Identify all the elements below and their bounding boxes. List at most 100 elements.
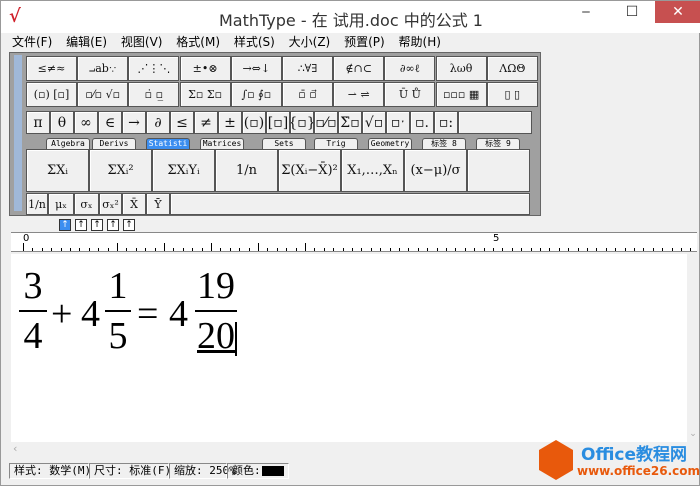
template-button[interactable]: (x−μ)/σ: [404, 149, 467, 192]
ruler-tick: [51, 248, 53, 251]
tab-geometry[interactable]: Geometry: [368, 138, 412, 149]
tab-derivs[interactable]: Derivs: [92, 138, 136, 149]
ruler-tick: [540, 248, 541, 251]
ruler-tick: [662, 248, 664, 251]
template-slot-empty[interactable]: [170, 193, 530, 215]
symbol-button[interactable]: ∂: [146, 111, 170, 134]
symbol-button[interactable]: ≤: [170, 111, 194, 134]
symbol-button[interactable]: (▫): [242, 111, 266, 134]
tab-algebra[interactable]: Algebra: [46, 138, 90, 149]
palette-button[interactable]: ▫̄ ▫⃗: [282, 82, 333, 107]
nudge-button[interactable]: ↑: [59, 219, 71, 231]
ruler-tick: [23, 243, 24, 251]
status-zoom: 缩放: 250%: [169, 463, 236, 479]
maximize-button[interactable]: ☐: [609, 1, 655, 23]
symbol-button[interactable]: π: [26, 111, 50, 134]
template-button[interactable]: ΣXᵢ²: [89, 149, 152, 192]
tab-sets[interactable]: Sets: [262, 138, 306, 149]
ruler-tick: [511, 248, 513, 251]
symbol-button[interactable]: ∞: [74, 111, 98, 134]
tab-statisti[interactable]: Statisti: [146, 138, 190, 149]
palette-button[interactable]: ΛΩΘ: [486, 56, 538, 81]
symbol-button[interactable]: ∈: [98, 111, 122, 134]
palette-button[interactable]: ≤≠≈: [26, 56, 77, 81]
template-button[interactable]: X₁,…,Xₙ: [341, 149, 404, 192]
palette-button[interactable]: ∂∞ℓ: [384, 56, 436, 81]
close-button[interactable]: ✕: [655, 1, 700, 23]
menu-file[interactable]: 文件(F): [12, 35, 52, 49]
tab-标签-8[interactable]: 标签 8: [422, 138, 466, 149]
template-button[interactable]: [467, 149, 530, 192]
ruler-tick: [276, 248, 278, 251]
menu-style[interactable]: 样式(S): [234, 35, 275, 49]
palette-button[interactable]: →⇔↓: [230, 56, 282, 81]
palette-button[interactable]: (▫) [▫]: [26, 82, 77, 107]
template-small-button[interactable]: 1/n: [26, 193, 48, 215]
ruler-tick: [305, 243, 306, 251]
palette-button[interactable]: ▫̇ ▫̲: [128, 82, 180, 107]
palette-button[interactable]: Ū Ů: [384, 82, 436, 107]
nudge-button[interactable]: ↑: [123, 219, 135, 231]
menu-preferences[interactable]: 预置(P): [344, 35, 385, 49]
palette-button[interactable]: ∴∀∃: [282, 56, 333, 81]
text-cursor: [235, 322, 237, 356]
toolbar-grip[interactable]: [14, 55, 22, 211]
palette-button[interactable]: Σ▫ Σ▫: [179, 82, 231, 107]
template-button[interactable]: Σ(Xᵢ−X̄)²: [278, 149, 341, 192]
tab-matrices[interactable]: Matrices: [200, 138, 244, 149]
palette-button[interactable]: ▫⁄▫ √▫: [77, 82, 129, 107]
symbol-button[interactable]: ≠: [194, 111, 218, 134]
tab-trig[interactable]: Trig: [314, 138, 358, 149]
symbol-button[interactable]: √▫: [362, 111, 386, 134]
menu-view[interactable]: 视图(V): [121, 35, 163, 49]
palette-button[interactable]: ±•⊗: [179, 56, 231, 81]
template-button[interactable]: ΣXᵢYᵢ: [152, 149, 215, 192]
template-button[interactable]: ΣXᵢ: [26, 149, 89, 192]
symbol-button[interactable]: {▫}: [290, 111, 314, 134]
template-small-button[interactable]: σₓ²: [99, 193, 122, 215]
palette-button[interactable]: ∉∩⊂: [333, 56, 385, 81]
template-small-button[interactable]: Ȳ: [146, 193, 170, 215]
menu-format[interactable]: 格式(M): [176, 35, 220, 49]
minimize-button[interactable]: ‒: [563, 1, 609, 23]
nudge-button[interactable]: ↑: [107, 219, 119, 231]
scroll-left-icon[interactable]: ‹: [13, 442, 17, 455]
palette-button[interactable]: ▯ ▯: [486, 82, 538, 107]
tab-标签-9[interactable]: 标签 9: [476, 138, 520, 149]
watermark: Office教程网 www.office26.com: [537, 438, 700, 483]
symbol-button[interactable]: ▫ˑ: [386, 111, 410, 134]
palette-button[interactable]: ⋰⋮⋱: [128, 56, 180, 81]
menu-size[interactable]: 大小(Z): [289, 35, 331, 49]
symbol-slot-empty[interactable]: [458, 111, 532, 134]
palette-button[interactable]: ▫▫▫ ▦: [435, 82, 487, 107]
symbol-button[interactable]: ▫⁄▫: [314, 111, 338, 134]
ruler-tick: [60, 248, 62, 251]
menu-edit[interactable]: 编辑(E): [66, 35, 107, 49]
ruler-tick: [605, 248, 607, 251]
nudge-button[interactable]: ↑: [75, 219, 87, 231]
fraction-3-4: 34: [19, 264, 47, 358]
ruler-tick: [624, 248, 626, 251]
palette-button[interactable]: ⇀ ⇌: [333, 82, 385, 107]
palette-button[interactable]: λωθ: [435, 56, 487, 81]
palette-button[interactable]: ∫▫ ∮▫: [230, 82, 282, 107]
ruler-tick: [530, 248, 532, 251]
template-small-button[interactable]: X̄: [122, 193, 146, 215]
symbol-button[interactable]: ▫.: [410, 111, 434, 134]
palette-button[interactable]: ⨼ab∵: [77, 56, 129, 81]
symbol-button[interactable]: →: [122, 111, 146, 134]
ruler-tick: [493, 248, 494, 251]
ruler-tick: [596, 248, 598, 251]
symbol-button[interactable]: ▫:: [434, 111, 458, 134]
nudge-button[interactable]: ↑: [91, 219, 103, 231]
template-small-button[interactable]: σₓ: [74, 193, 99, 215]
symbol-button[interactable]: [▫]: [266, 111, 290, 134]
symbol-button[interactable]: Σ̇▫: [338, 111, 362, 134]
equation-editor[interactable]: 34 + 4 15 = 4 19 20: [11, 254, 687, 442]
vertical-scrollbar[interactable]: ⌄: [687, 254, 699, 459]
menu-help[interactable]: 帮助(H): [399, 35, 441, 49]
symbol-button[interactable]: ±: [218, 111, 242, 134]
template-button[interactable]: 1/n: [215, 149, 278, 192]
symbol-button[interactable]: θ: [50, 111, 74, 134]
template-small-button[interactable]: μₓ: [48, 193, 74, 215]
